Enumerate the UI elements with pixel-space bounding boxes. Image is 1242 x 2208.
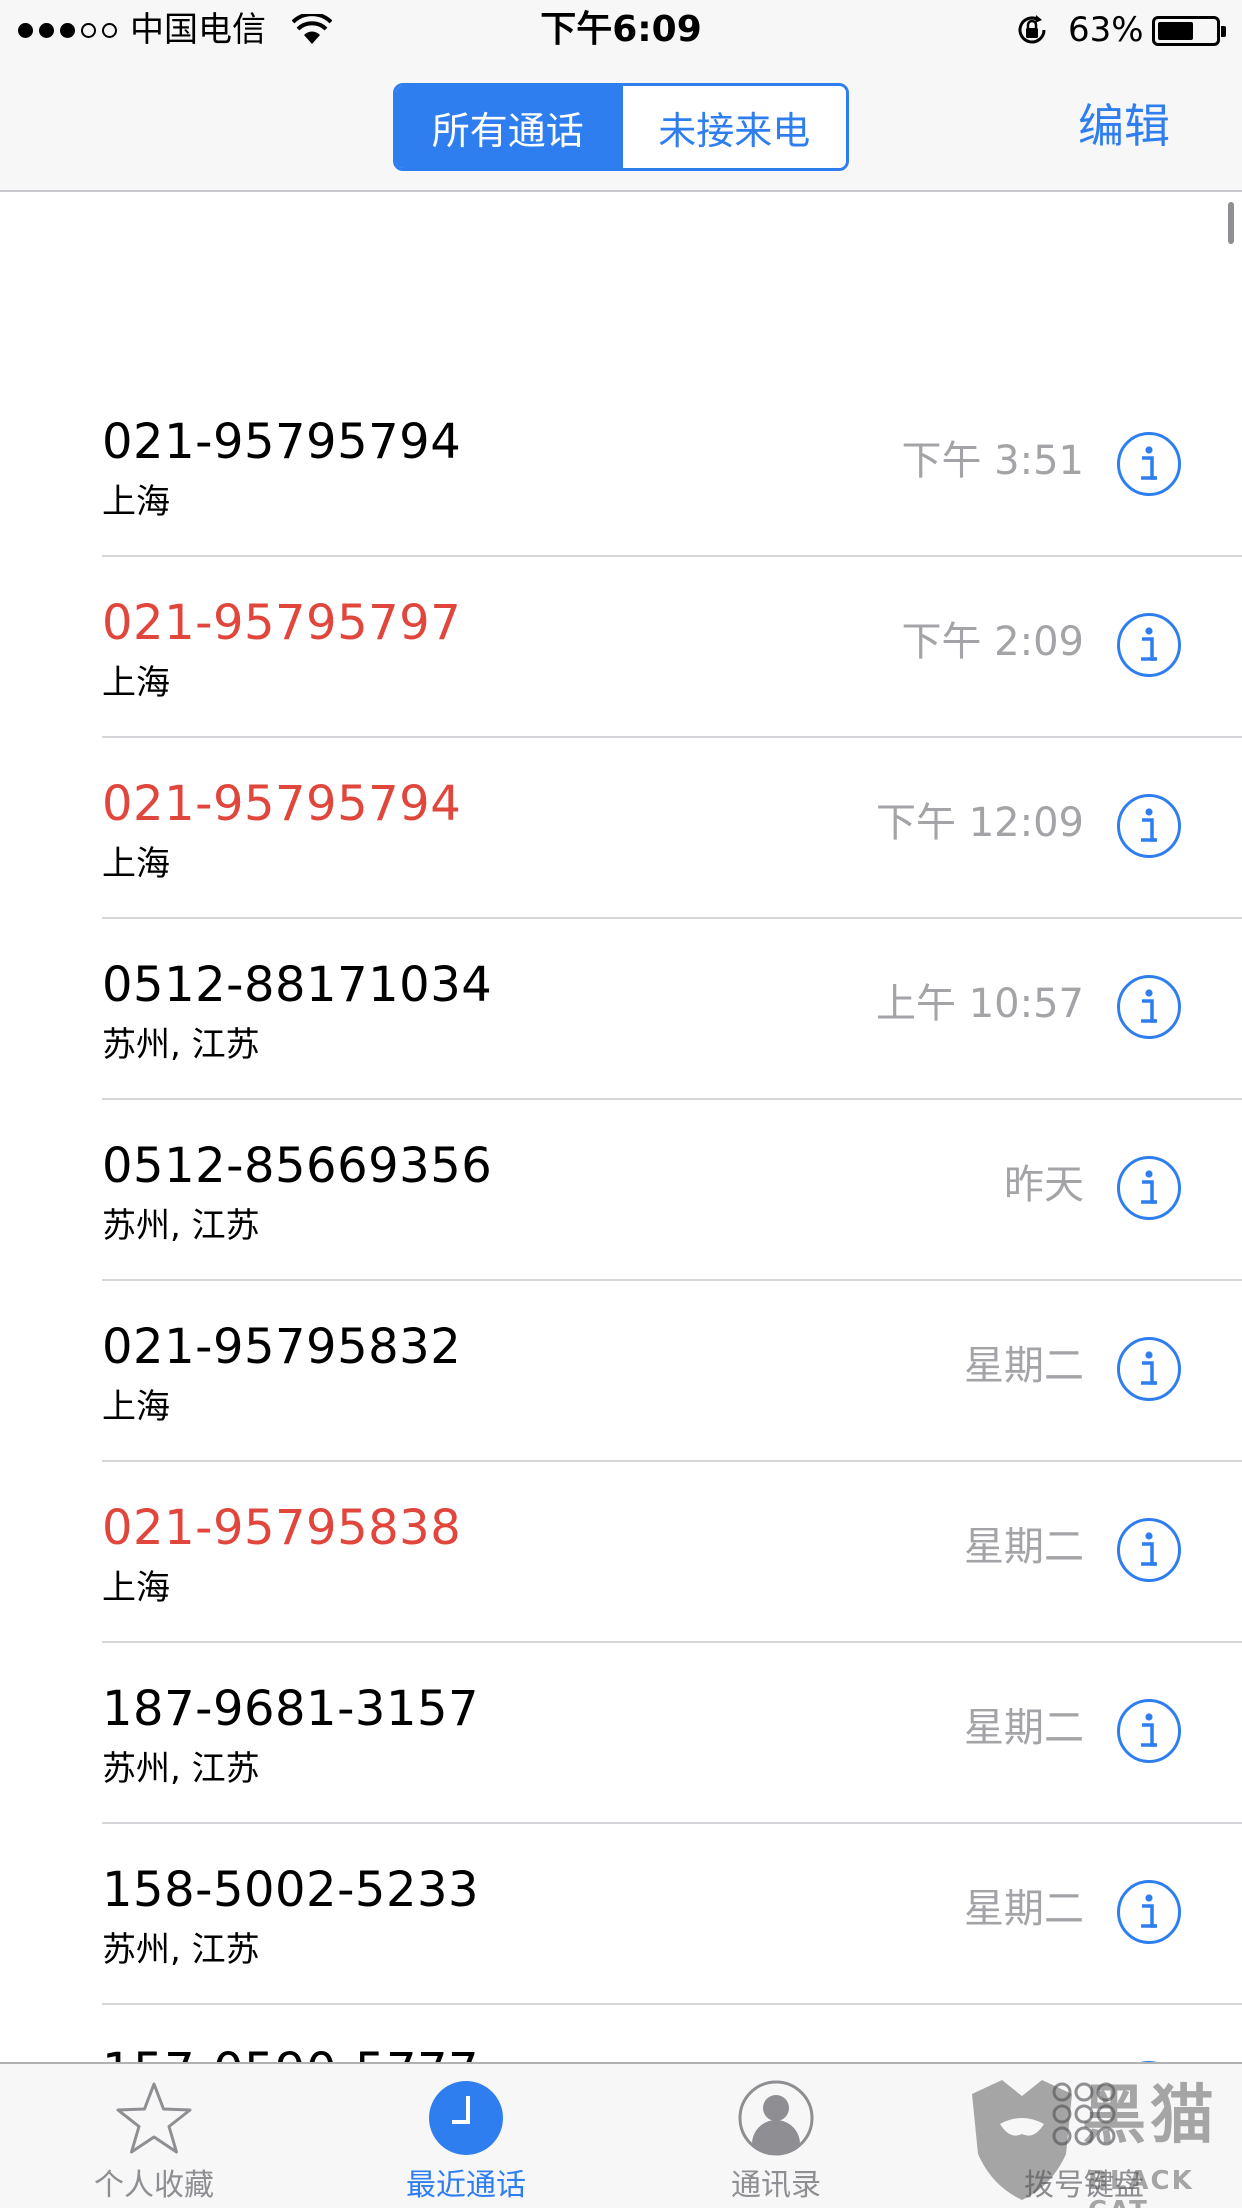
call-row[interactable]: 021-95795838 上海 星期二 <box>0 1462 1242 1643</box>
call-row[interactable]: 021-95795832 上海 星期二 <box>0 1281 1242 1462</box>
phone-number: 0512-85669356 <box>102 1138 493 1194</box>
info-icon[interactable] <box>1116 1336 1182 1402</box>
info-icon[interactable] <box>1116 1517 1182 1583</box>
call-time: 下午 2:09 <box>901 619 1084 665</box>
phone-number: 021-95795794 <box>102 776 462 832</box>
cat-shield-logo-icon <box>972 2080 1072 2200</box>
watermark-text: 黑猫 <box>1082 2079 1218 2153</box>
info-icon[interactable] <box>1116 612 1182 678</box>
watermark-subtext: BLACK CAT <box>1088 2166 1194 2208</box>
info-icon[interactable] <box>1116 1879 1182 1945</box>
status-time: 下午6:09 <box>540 9 702 50</box>
phone-number: 021-95795838 <box>102 1500 462 1556</box>
rotation-lock-icon <box>1018 15 1046 44</box>
black-cat-watermark: 黑猫 BLACK CAT <box>962 2070 1242 2208</box>
segment-missed-calls[interactable]: 未接来电 <box>619 86 846 168</box>
call-time: 星期二 <box>964 1524 1084 1570</box>
phone-number: 021-95795832 <box>102 1319 462 1375</box>
call-row[interactable]: 0512-88171034 苏州, 江苏 上午 10:57 <box>0 919 1242 1100</box>
edit-button[interactable]: 编辑 <box>1078 94 1170 158</box>
call-row[interactable]: 187-9681-3157 苏州, 江苏 星期二 <box>0 1643 1242 1824</box>
tab-label: 最近通话 <box>406 2168 526 2203</box>
segment-all-calls[interactable]: 所有通话 <box>396 86 620 168</box>
tab-recents[interactable]: 最近通话 <box>346 2064 586 2208</box>
call-location: 上海 <box>102 663 170 703</box>
call-time: 星期二 <box>964 1343 1084 1389</box>
navigation-bar: 所有通话 未接来电 编辑 <box>0 60 1242 192</box>
battery-level-fill <box>1158 22 1193 40</box>
call-time: 上午 10:57 <box>876 981 1084 1027</box>
call-location: 苏州, 江苏 <box>102 1206 260 1246</box>
call-row[interactable]: 158-5002-5233 苏州, 江苏 星期二 <box>0 1824 1242 2005</box>
phone-number: 187-9681-3157 <box>102 1681 480 1737</box>
tab-contacts[interactable]: 通讯录 <box>656 2064 896 2208</box>
info-icon[interactable] <box>1116 974 1182 1040</box>
phone-number: 0512-88171034 <box>102 957 493 1013</box>
call-row[interactable]: 157-0590-5777 <box>0 2005 1242 2062</box>
scroll-indicator <box>1228 202 1234 244</box>
tab-label: 通讯录 <box>731 2168 821 2203</box>
battery-percent: 63% <box>1068 10 1144 50</box>
call-row[interactable]: 021-95795794 上海 下午 3:51 <box>0 376 1242 557</box>
call-location: 上海 <box>102 844 170 884</box>
call-location: 苏州, 江苏 <box>102 1749 260 1789</box>
call-location: 苏州, 江苏 <box>102 1930 260 1970</box>
call-location: 上海 <box>102 1387 170 1427</box>
recent-calls-list: 021-95795794 上海 下午 3:51 021-95795797 上海 … <box>0 376 1242 2062</box>
phone-number: 157-0590-5777 <box>102 2041 479 2062</box>
call-filter-segmented-control: 所有通话 未接来电 <box>393 83 849 171</box>
info-icon[interactable] <box>1116 1155 1182 1221</box>
status-bar: 中国电信 下午6:09 63% <box>0 0 1242 60</box>
clock-icon <box>429 2081 503 2155</box>
battery-nub <box>1221 26 1226 37</box>
call-time: 星期二 <box>964 1886 1084 1932</box>
tab-favorites[interactable]: 个人收藏 <box>34 2064 274 2208</box>
call-row[interactable]: 0512-85669356 苏州, 江苏 昨天 <box>0 1100 1242 1281</box>
tab-label: 个人收藏 <box>94 2168 214 2203</box>
contacts-icon <box>738 2080 814 2156</box>
phone-number: 158-5002-5233 <box>102 1862 480 1918</box>
call-location: 苏州, 江苏 <box>102 1025 260 1065</box>
info-icon[interactable] <box>1116 793 1182 859</box>
call-location: 上海 <box>102 482 170 522</box>
info-icon[interactable] <box>1116 431 1182 497</box>
call-row[interactable]: 021-95795797 上海 下午 2:09 <box>0 557 1242 738</box>
call-time: 下午 3:51 <box>901 438 1084 484</box>
battery-icon <box>1152 16 1226 46</box>
call-location: 上海 <box>102 1568 170 1608</box>
star-icon <box>116 2082 192 2154</box>
call-time: 星期二 <box>964 1705 1084 1751</box>
info-icon[interactable] <box>1116 1698 1182 1764</box>
call-time: 昨天 <box>1004 1162 1084 1208</box>
call-time: 下午 12:09 <box>876 800 1084 846</box>
phone-number: 021-95795797 <box>102 595 462 651</box>
phone-number: 021-95795794 <box>102 414 462 470</box>
call-row[interactable]: 021-95795794 上海 下午 12:09 <box>0 738 1242 919</box>
